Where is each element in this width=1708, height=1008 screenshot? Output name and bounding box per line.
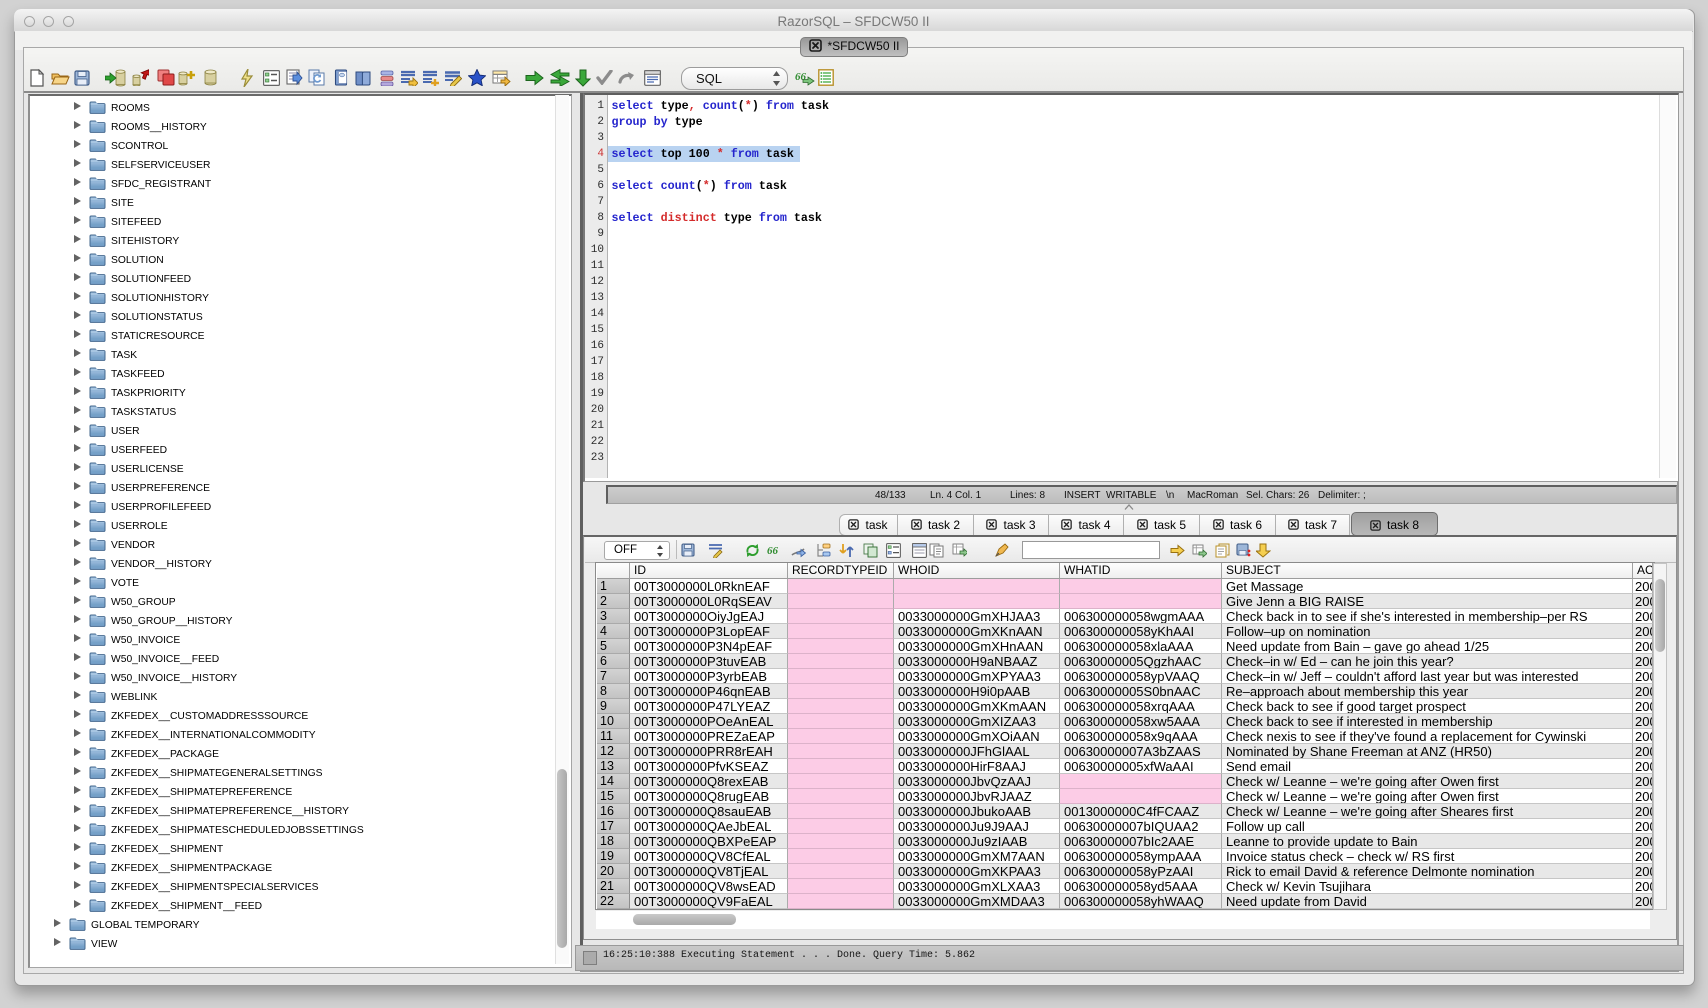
svg-text:66: 66 bbox=[767, 545, 779, 557]
